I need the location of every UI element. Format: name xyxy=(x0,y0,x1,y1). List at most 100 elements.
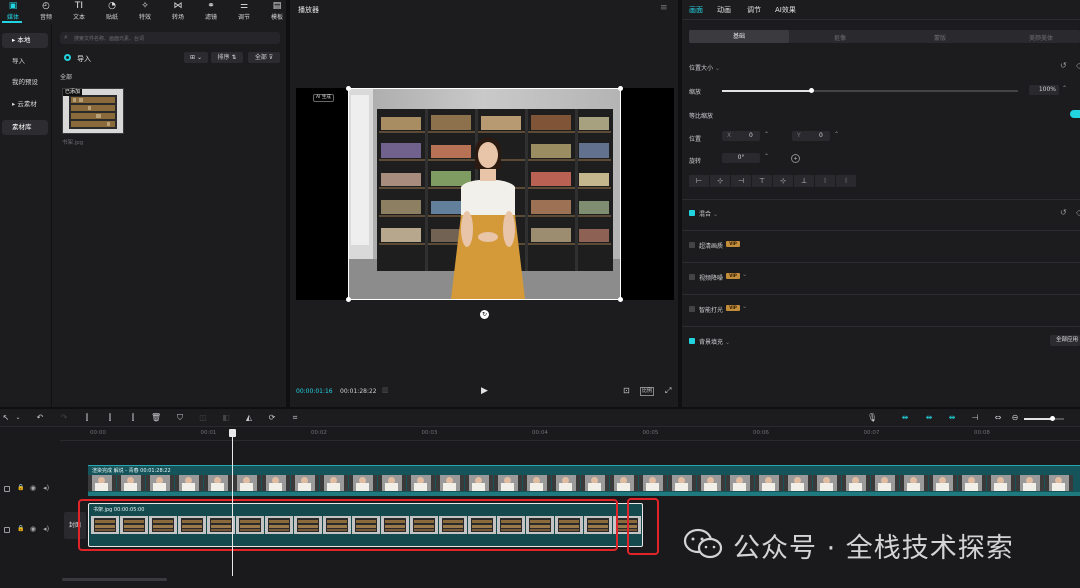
fit-view-icon[interactable]: ⊡ xyxy=(623,386,630,395)
import-label[interactable]: 导入 xyxy=(77,54,91,64)
fullscreen-icon[interactable]: ⤢ xyxy=(665,386,671,396)
reset-icon[interactable]: ↺ xyxy=(1060,61,1067,70)
distribute-h-icon[interactable]: ⦀ xyxy=(815,175,835,187)
position-size-label[interactable]: 位置大小 ⌄ xyxy=(689,63,720,72)
apply-all-button[interactable]: 全部应用 xyxy=(1050,335,1080,346)
align-left-icon[interactable]: ⊢ xyxy=(689,175,709,187)
undo-icon[interactable]: ↶ xyxy=(35,413,45,423)
split-icon[interactable]: ⫿ xyxy=(82,413,92,423)
sort-button[interactable]: 排序 ⇅ xyxy=(211,52,243,63)
mark-icon[interactable]: ⛉ xyxy=(175,413,185,423)
redo-icon[interactable]: ↷ xyxy=(59,413,69,423)
play-button[interactable]: ▶ xyxy=(481,386,488,396)
subtab-keying[interactable]: 抠像 xyxy=(834,33,846,42)
sidebar-item-import[interactable]: 导入 xyxy=(2,54,48,69)
track1-visibility-icon[interactable]: ◉ xyxy=(30,484,36,492)
view-mode-button[interactable]: ⊞ ⌄ xyxy=(184,52,208,63)
rotation-field[interactable]: 0° xyxy=(722,153,760,163)
mirror-icon[interactable]: ◭ xyxy=(244,413,254,423)
sidebar-item-local[interactable]: ▸ 本地 xyxy=(2,33,48,48)
x-stepper-icon[interactable]: ⌃ xyxy=(764,131,769,138)
tab-ai-effects[interactable]: AI效果 xyxy=(775,5,796,15)
track2-visibility-icon[interactable]: ◉ xyxy=(30,525,36,533)
import-radio[interactable] xyxy=(64,54,71,61)
blend-keyframe-icon[interactable]: ◇ xyxy=(1076,208,1080,217)
rotate-handle-icon[interactable]: ↻ xyxy=(480,310,489,319)
playhead[interactable] xyxy=(228,429,236,576)
rotation-dial-icon[interactable]: + xyxy=(791,154,800,163)
toolbar-tab-6[interactable]: ⚭ 滤镜 xyxy=(194,0,228,22)
media-search-box[interactable]: ⌕ 搜索文件名称、画面元素、台词 xyxy=(60,32,280,44)
ultra-hd-checkbox[interactable] xyxy=(689,242,695,248)
track2-expand-icon[interactable] xyxy=(4,527,10,533)
zoom-slider-knob[interactable] xyxy=(1050,416,1055,421)
toolbar-tab-2[interactable]: TI 文本 xyxy=(62,0,96,22)
ultra-hd-label[interactable]: 超清画质 xyxy=(699,241,723,250)
scale-stepper-icon[interactable]: ⌃ xyxy=(1062,85,1067,92)
toolbar-tab-7[interactable]: ⚌ 调节 xyxy=(227,0,261,22)
sidebar-item-library[interactable]: 素材库 xyxy=(2,120,48,135)
blend-reset-icon[interactable]: ↺ xyxy=(1060,208,1067,217)
main-video-clip[interactable]: 渲染完成 解说 - 青春 00:01:28:22 xyxy=(88,465,1080,496)
scale-slider-track[interactable] xyxy=(722,88,1018,93)
linkage-icon[interactable]: ⇹ xyxy=(947,413,957,423)
sidebar-item-my-presets[interactable]: 我的预设 xyxy=(2,75,48,90)
delete-icon[interactable]: 🗑 xyxy=(151,413,161,423)
rotate-icon[interactable]: ⟳ xyxy=(267,413,277,423)
blend-label[interactable]: 混合 ⌄ xyxy=(699,209,718,218)
bg-fill-checkbox[interactable] xyxy=(689,338,695,344)
main-track-magnet-icon[interactable]: ⇹ xyxy=(900,413,910,423)
freeze-icon[interactable]: ◫ xyxy=(198,413,208,423)
select-tool-icon[interactable]: ↖ xyxy=(1,413,11,423)
zoom-out-icon[interactable]: ⊖ xyxy=(1010,413,1020,423)
smart-light-checkbox[interactable] xyxy=(689,306,695,312)
resize-handle-tl[interactable] xyxy=(346,86,351,91)
subtab-mask[interactable]: 蒙版 xyxy=(934,33,946,42)
preview-axis-icon[interactable]: ⊣ xyxy=(970,413,980,423)
toolbar-tab-1[interactable]: ◴ 音频 xyxy=(29,0,63,22)
align-right-icon[interactable]: ⊣ xyxy=(731,175,751,187)
smart-light-label[interactable]: 智能打光 xyxy=(699,305,723,314)
position-x-field[interactable]: X0 xyxy=(722,131,760,141)
toolbar-tab-4[interactable]: ✧ 特效 xyxy=(128,0,162,22)
rotation-stepper-icon[interactable]: ⌃ xyxy=(764,153,769,160)
denoise-checkbox[interactable] xyxy=(689,274,695,280)
scale-slider-knob[interactable] xyxy=(808,88,814,93)
zoom-slider-track[interactable] xyxy=(1024,416,1064,421)
select-tool-chevron-icon[interactable]: ⌄ xyxy=(13,413,23,423)
scale-value-field[interactable]: 100% xyxy=(1029,85,1059,95)
y-stepper-icon[interactable]: ⌃ xyxy=(834,131,839,138)
split-right-icon[interactable]: ⫿ xyxy=(128,413,138,423)
resize-handle-bl[interactable] xyxy=(346,297,351,302)
toolbar-tab-5[interactable]: ⋈ 转场 xyxy=(161,0,195,22)
position-y-field[interactable]: Y0 xyxy=(792,131,830,141)
align-bottom-icon[interactable]: ⊥ xyxy=(794,175,814,187)
split-left-icon[interactable]: ⫿ xyxy=(105,413,115,423)
playhead-handle[interactable] xyxy=(228,429,236,437)
ratio-button[interactable]: 比例 xyxy=(640,387,655,396)
track1-lock-icon[interactable]: 🔒 xyxy=(17,484,24,491)
distribute-v-icon[interactable]: ⦀ xyxy=(836,175,856,187)
align-center-v-icon[interactable]: ⊹ xyxy=(773,175,793,187)
keyframe-icon[interactable]: ◇ xyxy=(1076,61,1080,70)
subtab-beauty[interactable]: 美颜美体 xyxy=(1029,33,1053,42)
blend-checkbox[interactable] xyxy=(689,210,695,216)
timeline-scrollbar[interactable] xyxy=(62,578,167,581)
media-thumbnail[interactable]: 已添加 xyxy=(62,88,124,134)
preview-frame[interactable] xyxy=(346,86,623,302)
fit-timeline-icon[interactable]: ⇔ xyxy=(993,413,1003,423)
track2-audio-icon[interactable]: ◂) xyxy=(43,525,49,533)
subtab-basic[interactable]: 基础 xyxy=(689,30,789,43)
track1-audio-icon[interactable]: ◂) xyxy=(43,484,49,492)
tab-adjust[interactable]: 调节 xyxy=(747,5,761,15)
resize-handle-br[interactable] xyxy=(618,297,623,302)
tab-picture[interactable]: 画面 xyxy=(689,5,703,15)
track1-expand-icon[interactable] xyxy=(4,486,10,492)
bg-fill-label[interactable]: 背景填充 ⌄ xyxy=(699,337,730,346)
sidebar-item-cloud[interactable]: ▸ 云素材 xyxy=(2,97,48,112)
timecode-grid-icon[interactable]: ▥ xyxy=(382,386,389,394)
crop-icon[interactable]: ⌗ xyxy=(290,413,300,423)
tab-animation[interactable]: 动画 xyxy=(717,5,731,15)
uniform-scale-toggle[interactable] xyxy=(1070,110,1080,118)
toolbar-tab-8[interactable]: ▤ 模板 xyxy=(260,0,294,22)
